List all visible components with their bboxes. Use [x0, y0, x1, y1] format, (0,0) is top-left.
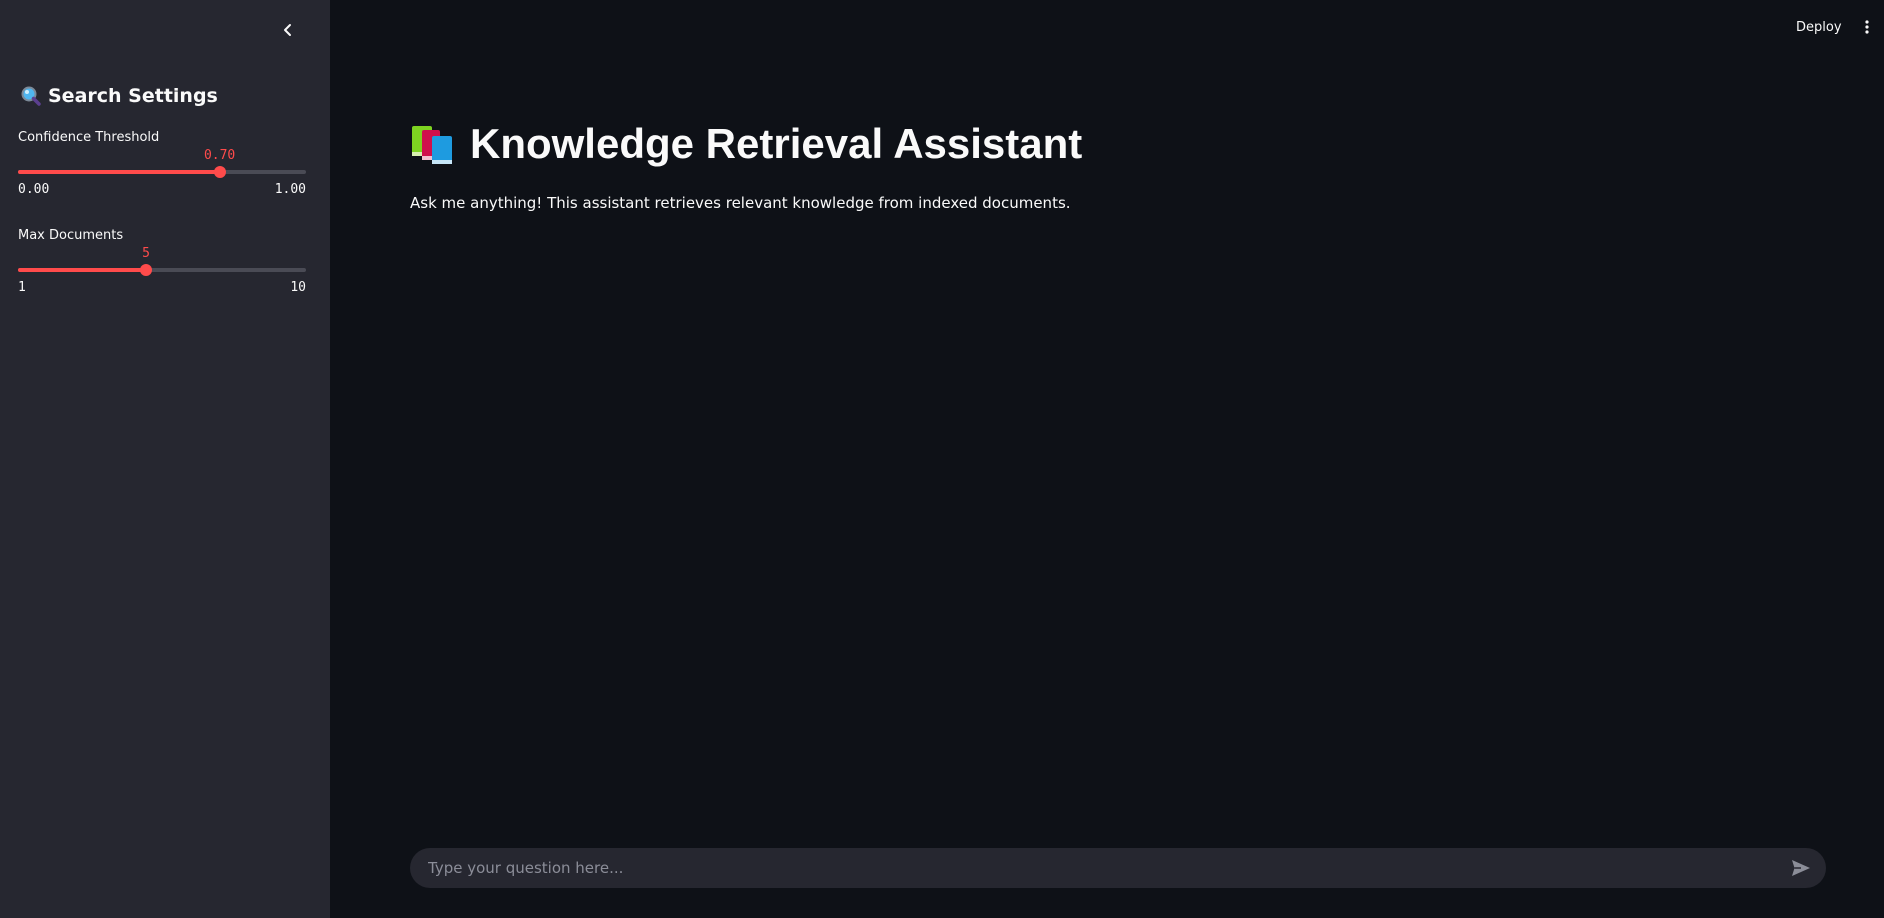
- slider-fill: [18, 268, 146, 272]
- magnifying-glass-icon: [21, 86, 41, 106]
- slider-thumb[interactable]: [213, 166, 226, 178]
- slider-min-label: 0.00: [18, 182, 50, 197]
- slider-fill: [18, 170, 220, 174]
- chevron-left-icon: [284, 24, 291, 36]
- sidebar: Search Settings Confidence Threshold 0.7…: [0, 0, 330, 918]
- slider-label: Max Documents: [18, 228, 124, 243]
- vertical-ellipsis-icon: [1865, 20, 1869, 34]
- app: Search Settings Confidence Threshold 0.7…: [0, 0, 1884, 918]
- collapse-sidebar-button[interactable]: [276, 18, 300, 42]
- slider-label: Confidence Threshold: [18, 130, 160, 145]
- deploy-button[interactable]: Deploy: [1790, 14, 1848, 40]
- max-documents-slider: Max Documents 5 1 10: [18, 228, 306, 295]
- books-icon: [412, 126, 452, 164]
- page-subtitle: Ask me anything! This assistant retrieve…: [410, 194, 1071, 212]
- chat-input[interactable]: [426, 847, 1788, 889]
- slider-track[interactable]: [18, 264, 306, 276]
- chat-input-container: [410, 847, 1826, 889]
- send-arrow-icon: [1792, 860, 1810, 876]
- sidebar-heading-label: Search Settings: [48, 85, 218, 107]
- confidence-threshold-slider: Confidence Threshold 0.70 0.00 1.00: [18, 130, 306, 197]
- page-title: Knowledge Retrieval Assistant: [410, 120, 1082, 168]
- slider-thumb[interactable]: [139, 264, 152, 276]
- slider-max-label: 1.00: [274, 182, 306, 197]
- send-button[interactable]: [1788, 855, 1814, 881]
- slider-current-value: 5: [142, 246, 150, 261]
- page-title-text: Knowledge Retrieval Assistant: [470, 120, 1083, 167]
- sidebar-heading: Search Settings: [20, 85, 218, 107]
- slider-min-label: 1: [18, 280, 26, 295]
- main-menu-button[interactable]: [1858, 14, 1876, 40]
- slider-max-label: 10: [290, 280, 306, 295]
- slider-current-value: 0.70: [203, 148, 236, 163]
- slider-track[interactable]: [18, 166, 306, 178]
